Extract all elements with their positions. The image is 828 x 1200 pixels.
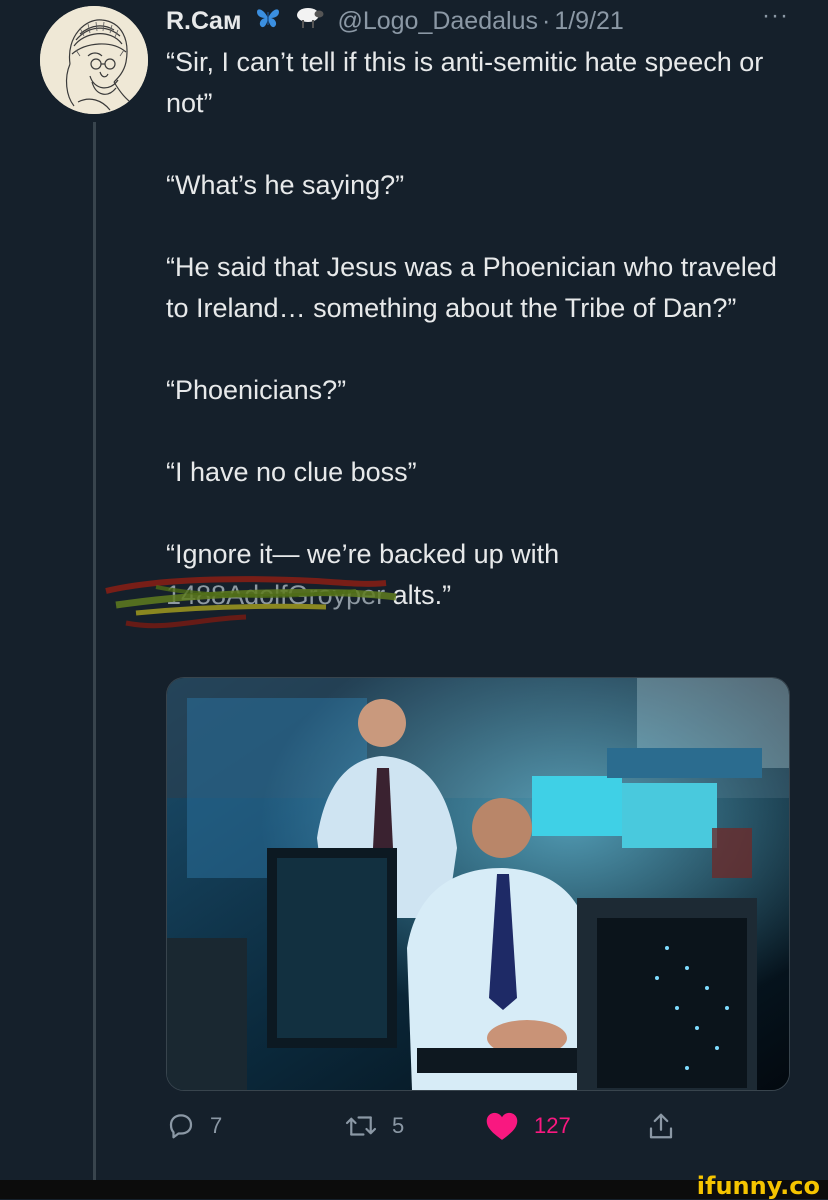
tweet-paragraph-end: alts.” bbox=[385, 580, 452, 610]
user-handle[interactable]: @Logo_Daedalus bbox=[337, 7, 538, 36]
butterfly-emoji-icon bbox=[255, 7, 281, 36]
more-options-icon[interactable]: ··· bbox=[762, 2, 789, 30]
watermark: ifunny.co bbox=[696, 1172, 820, 1200]
sheep-emoji-icon bbox=[295, 6, 325, 37]
retweet-icon bbox=[345, 1116, 377, 1136]
retweet-count: 5 bbox=[392, 1113, 405, 1138]
tweet-paragraph: “What’s he saying?” bbox=[166, 170, 405, 200]
heart-icon bbox=[486, 1112, 518, 1140]
reply-count: 7 bbox=[210, 1113, 223, 1138]
redacted-text: 1488AdolfGroyper bbox=[166, 580, 386, 610]
tweet-paragraph-start: “Ignore it— we’re backed up with bbox=[166, 539, 560, 569]
tweet-paragraph: “I have no clue boss” bbox=[166, 457, 417, 487]
tweet-media-image[interactable] bbox=[166, 677, 790, 1091]
like-button[interactable]: 127 bbox=[484, 1106, 571, 1146]
like-count: 127 bbox=[534, 1113, 571, 1138]
tweet-paragraph-last: “Ignore it— we’re backed up with 1488Ado… bbox=[105, 534, 806, 629]
thread-line bbox=[93, 122, 96, 1182]
tweet-text: “Sir, I can’t tell if this is anti-semit… bbox=[105, 42, 806, 629]
reply-icon bbox=[169, 1114, 193, 1139]
tweet-header: R.Cам @Logo_Daedalus · 1/9/21 bbox=[166, 4, 624, 38]
tweet-paragraph: “Sir, I can’t tell if this is anti-semit… bbox=[166, 47, 764, 118]
tweet-actions: 7 5 127 bbox=[166, 1106, 726, 1146]
tweet-paragraph: “He said that Jesus was a Phoenician who… bbox=[166, 252, 777, 323]
redacted-handle: 1488AdolfGroyper bbox=[105, 575, 397, 629]
separator-dot: · bbox=[541, 6, 551, 35]
share-button[interactable] bbox=[646, 1106, 676, 1146]
media-illustration bbox=[167, 678, 789, 1090]
tweet-paragraph: “Phoenicians?” bbox=[166, 375, 347, 405]
retweet-button[interactable]: 5 bbox=[344, 1106, 404, 1146]
share-icon bbox=[649, 1113, 673, 1139]
display-name[interactable]: R.Cам bbox=[166, 7, 241, 36]
reply-button[interactable]: 7 bbox=[166, 1106, 222, 1146]
tweet-date[interactable]: 1/9/21 bbox=[554, 7, 624, 36]
avatar[interactable] bbox=[40, 6, 148, 114]
